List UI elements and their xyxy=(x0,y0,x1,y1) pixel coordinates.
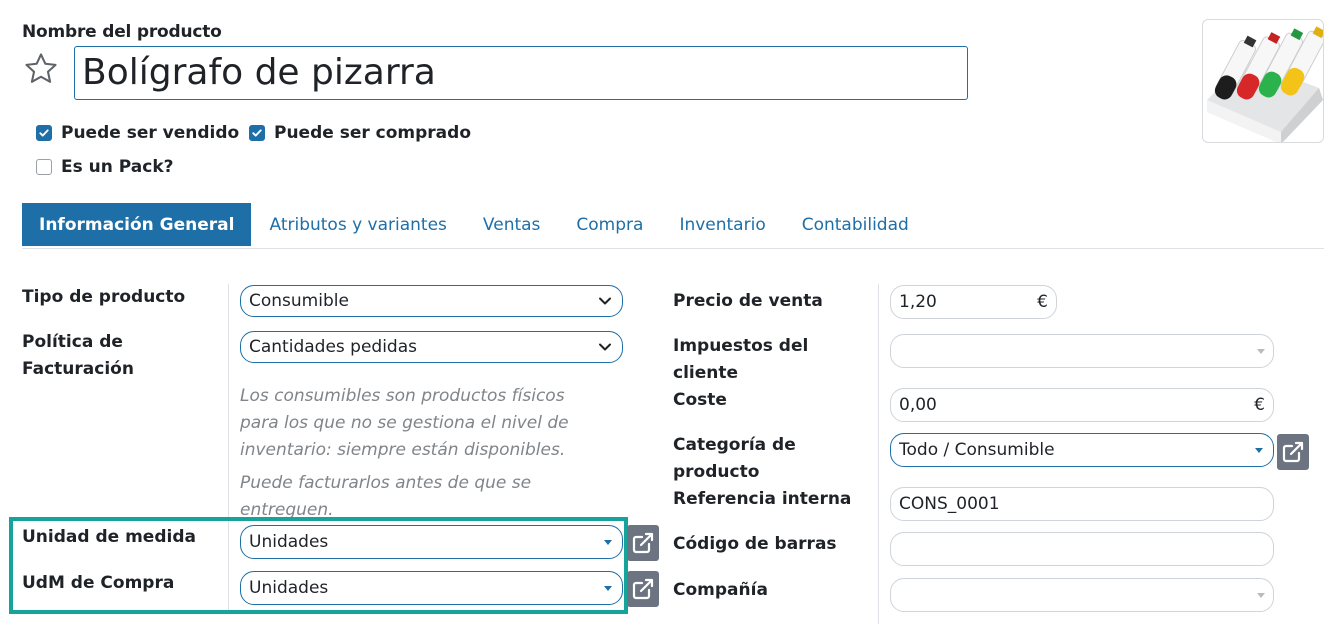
category-label-line1: Categoría de xyxy=(673,435,796,455)
internal-ref-input[interactable]: CONS_0001 xyxy=(890,487,1274,521)
cost-label: Coste xyxy=(673,390,727,410)
category-external-link-button[interactable] xyxy=(1277,434,1309,470)
purchase-ok-label: Puede ser comprado xyxy=(274,123,472,143)
checkbox-checked-icon[interactable] xyxy=(36,125,52,141)
product-type-label: Tipo de producto xyxy=(22,287,186,307)
list-price-input[interactable]: 1,20 € xyxy=(890,285,1057,319)
product-name-label: Nombre del producto xyxy=(22,22,222,42)
uom-external-link-button[interactable] xyxy=(627,525,659,561)
sale-ok-label: Puede ser vendido xyxy=(61,123,240,143)
category-value: Todo / Consumible xyxy=(899,440,1055,460)
taxes-label-line1: Impuestos del xyxy=(673,336,809,356)
favorite-star-icon[interactable] xyxy=(22,50,60,88)
currency-symbol: € xyxy=(1037,292,1048,312)
uom-po-select[interactable]: Unidades xyxy=(240,571,623,605)
uom-po-label: UdM de Compra xyxy=(22,573,175,593)
category-label-line2: producto xyxy=(673,462,760,482)
list-price-label: Precio de venta xyxy=(673,291,823,311)
taxes-label: Impuestos del cliente xyxy=(673,333,808,387)
help-line: Los consumibles son productos físicos xyxy=(240,386,565,406)
tab-contabilidad[interactable]: Contabilidad xyxy=(784,203,927,246)
tab-inventario[interactable]: Inventario xyxy=(661,203,783,246)
barcode-label: Código de barras xyxy=(673,534,837,554)
product-type-help-text: Los consumibles son productos físicos pa… xyxy=(240,383,620,464)
list-price-value: 1,20 xyxy=(899,292,937,312)
product-image[interactable] xyxy=(1202,19,1324,143)
tab-atributos-variantes[interactable]: Atributos y variantes xyxy=(251,203,464,246)
tab-compra[interactable]: Compra xyxy=(558,203,661,246)
invoice-policy-label: Política de Facturación xyxy=(22,329,134,383)
is-pack-label: Es un Pack? xyxy=(61,157,174,177)
company-select[interactable] xyxy=(890,578,1274,612)
uom-select[interactable]: Unidades xyxy=(240,525,623,559)
taxes-select[interactable] xyxy=(890,334,1274,368)
chevron-down-icon xyxy=(599,297,611,305)
product-type-value: Consumible xyxy=(249,291,349,311)
help-line: entreguen. xyxy=(240,500,334,518)
dropdown-caret-icon xyxy=(1257,592,1265,598)
invoice-policy-label-line1: Política de xyxy=(22,332,123,352)
cost-input[interactable]: 0,00 € xyxy=(890,388,1274,422)
taxes-label-line2: cliente xyxy=(673,363,739,383)
dropdown-caret-icon xyxy=(604,585,612,591)
uom-value: Unidades xyxy=(249,532,329,552)
product-type-select[interactable]: Consumible xyxy=(240,285,623,317)
company-label: Compañía xyxy=(673,580,768,600)
uom-label: Unidad de medida xyxy=(22,527,196,547)
invoice-policy-value: Cantidades pedidas xyxy=(249,337,417,357)
invoice-policy-help-text: Puede facturarlos antes de que se entreg… xyxy=(240,470,620,518)
cost-value: 0,00 xyxy=(899,395,937,415)
is-pack-checkbox[interactable]: Es un Pack? xyxy=(36,157,174,177)
dropdown-caret-icon xyxy=(1257,348,1265,354)
checkbox-checked-icon[interactable] xyxy=(249,125,265,141)
uom-po-external-link-button[interactable] xyxy=(627,571,659,607)
external-link-icon xyxy=(632,578,654,600)
internal-ref-value: CONS_0001 xyxy=(899,494,1000,514)
chevron-down-icon xyxy=(599,343,611,351)
help-line: para los que no se gestiona el nivel de xyxy=(240,413,569,433)
sale-ok-checkbox[interactable]: Puede ser vendido xyxy=(36,123,239,143)
invoice-policy-label-line2: Facturación xyxy=(22,359,134,379)
barcode-input[interactable] xyxy=(890,532,1274,566)
help-line: inventario: siempre están disponibles. xyxy=(240,440,566,460)
tab-informacion-general[interactable]: Información General xyxy=(22,203,252,246)
external-link-icon xyxy=(632,532,654,554)
category-label: Categoría de producto xyxy=(673,432,796,486)
notebook-tabs: Información General Atributos y variante… xyxy=(22,203,1324,249)
external-link-icon xyxy=(1282,441,1304,463)
internal-ref-label: Referencia interna xyxy=(673,489,852,509)
currency-symbol: € xyxy=(1254,395,1265,415)
uom-po-value: Unidades xyxy=(249,578,329,598)
invoice-policy-select[interactable]: Cantidades pedidas xyxy=(240,331,623,363)
dropdown-caret-icon xyxy=(604,539,612,545)
checkbox-unchecked-icon[interactable] xyxy=(36,159,52,175)
product-name-input[interactable]: Bolígrafo de pizarra xyxy=(74,46,968,100)
help-line: Puede facturarlos antes de que se xyxy=(240,473,532,493)
purchase-ok-checkbox[interactable]: Puede ser comprado xyxy=(249,123,471,143)
category-select[interactable]: Todo / Consumible xyxy=(890,433,1274,467)
dropdown-caret-icon xyxy=(1255,447,1263,453)
tab-ventas[interactable]: Ventas xyxy=(465,203,558,246)
column-separator xyxy=(878,284,879,624)
